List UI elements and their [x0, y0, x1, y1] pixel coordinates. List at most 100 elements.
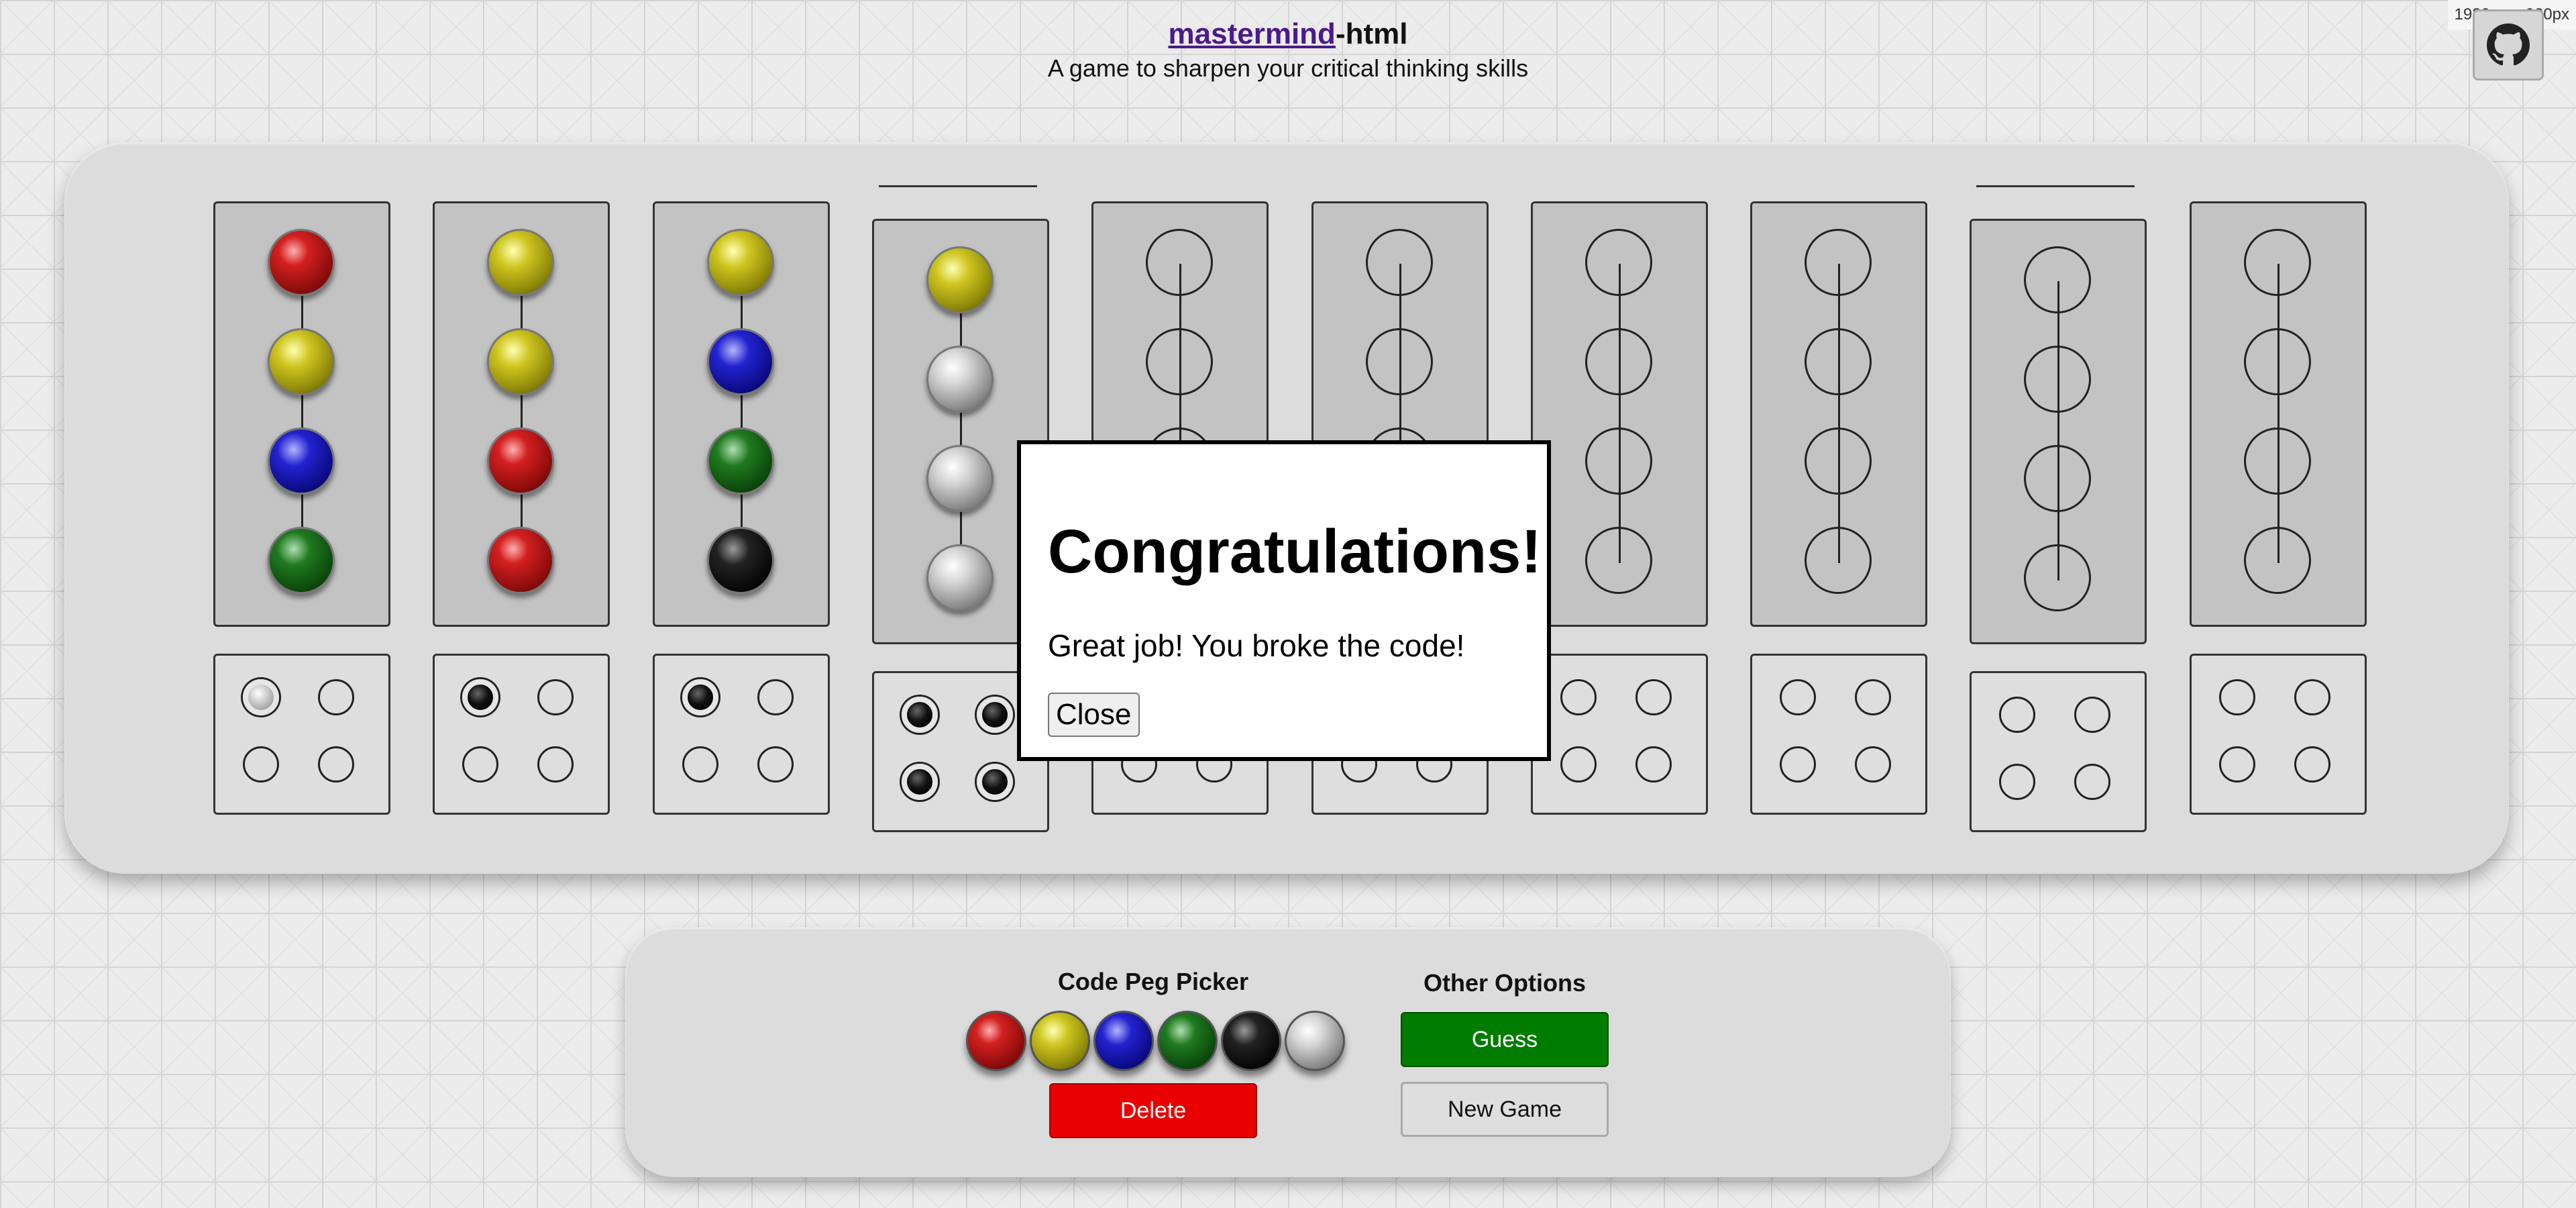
peg-connector	[741, 264, 743, 563]
empty-peg-slot[interactable]	[2244, 328, 2311, 395]
code-peg-red[interactable]	[268, 229, 335, 296]
empty-peg-slot[interactable]	[1585, 328, 1652, 395]
new-game-button[interactable]: New Game	[1401, 1082, 1609, 1137]
code-peg-yellow[interactable]	[926, 246, 994, 313]
key-peg-card	[1750, 654, 1927, 815]
code-peg-silver[interactable]	[926, 346, 994, 413]
empty-peg-slot[interactable]	[1585, 527, 1652, 594]
key-peg-black	[902, 697, 938, 733]
code-peg-blue[interactable]	[268, 427, 335, 495]
modal-message: Great job! You broke the code!	[1048, 628, 1465, 663]
empty-key-slot	[1855, 679, 1891, 715]
delete-button[interactable]: Delete	[1049, 1083, 1257, 1138]
key-peg-black	[462, 679, 498, 715]
empty-peg-slot[interactable]	[1585, 229, 1652, 296]
code-peg-picker-heading: Code Peg Picker	[1057, 968, 1249, 995]
peg-connector	[2057, 281, 2059, 581]
empty-key-slot	[757, 679, 794, 715]
code-peg-green[interactable]	[707, 427, 774, 495]
empty-peg-slot[interactable]	[2244, 229, 2311, 296]
empty-key-slot	[1999, 764, 2035, 800]
picker-peg-black[interactable]	[1221, 1011, 1281, 1071]
empty-key-slot	[1999, 697, 2035, 733]
peg-connector	[2277, 264, 2279, 563]
empty-peg-slot[interactable]	[1366, 229, 1433, 296]
key-peg-black	[977, 697, 1013, 733]
empty-key-slot	[318, 746, 354, 783]
empty-peg-slot[interactable]	[1805, 328, 1872, 395]
modal-close-button[interactable]: Close	[1048, 693, 1140, 737]
empty-peg-slot[interactable]	[2244, 527, 2311, 594]
empty-key-slot	[537, 679, 574, 715]
empty-key-slot	[1635, 746, 1672, 783]
peg-connector	[1838, 264, 1840, 563]
picker-peg-yellow[interactable]	[1030, 1011, 1090, 1071]
code-peg-yellow[interactable]	[487, 229, 554, 296]
empty-key-slot	[682, 746, 718, 783]
empty-peg-slot[interactable]	[1146, 328, 1213, 395]
key-peg-card	[653, 654, 830, 815]
code-peg-silver[interactable]	[926, 445, 994, 512]
empty-peg-slot[interactable]	[2024, 346, 2091, 413]
empty-key-slot	[537, 746, 574, 783]
code-peg-card	[1531, 201, 1708, 627]
title-suffix: -html	[1335, 17, 1408, 50]
code-peg-blue[interactable]	[707, 328, 774, 395]
empty-key-slot	[2219, 746, 2255, 783]
empty-key-slot	[1780, 679, 1816, 715]
peg-connector	[960, 281, 962, 581]
code-peg-black[interactable]	[707, 527, 774, 594]
empty-key-slot	[1560, 679, 1597, 715]
code-peg-card	[1970, 219, 2147, 644]
code-peg-yellow[interactable]	[707, 229, 774, 296]
key-peg-black	[682, 679, 718, 715]
key-peg-card	[1531, 654, 1708, 815]
title-link[interactable]: mastermind	[1169, 17, 1336, 50]
code-peg-card	[433, 201, 610, 627]
key-peg-card	[433, 654, 610, 815]
key-peg-card	[1970, 671, 2147, 832]
guess-button[interactable]: Guess	[1401, 1012, 1609, 1067]
code-peg-red[interactable]	[487, 427, 554, 495]
empty-peg-slot[interactable]	[1805, 427, 1872, 495]
empty-peg-slot[interactable]	[1805, 527, 1872, 594]
congratulations-modal: Congratulations! Great job! You broke th…	[1017, 440, 1551, 761]
empty-peg-slot[interactable]	[2024, 445, 2091, 512]
empty-peg-slot[interactable]	[1366, 328, 1433, 395]
page-header: mastermind-html A game to sharpen your c…	[0, 15, 2576, 83]
controls-panel: Code Peg Picker Other Options Delete Gue…	[625, 927, 1951, 1177]
empty-key-slot	[2074, 764, 2110, 800]
key-peg-white	[243, 679, 279, 715]
empty-key-slot	[318, 679, 354, 715]
empty-key-slot	[2219, 679, 2255, 715]
active-row-marker	[1976, 185, 2135, 187]
picker-peg-red[interactable]	[966, 1011, 1026, 1071]
code-peg-green[interactable]	[268, 527, 335, 594]
code-peg-card	[1750, 201, 1927, 627]
empty-peg-slot[interactable]	[1585, 427, 1652, 495]
peg-connector	[521, 264, 523, 563]
empty-peg-slot[interactable]	[2024, 544, 2091, 611]
code-peg-silver[interactable]	[926, 544, 994, 611]
empty-key-slot	[2294, 746, 2330, 783]
picker-peg-silver[interactable]	[1285, 1011, 1345, 1071]
key-peg-black	[977, 764, 1013, 800]
empty-key-slot	[243, 746, 279, 783]
empty-peg-slot[interactable]	[2244, 427, 2311, 495]
empty-key-slot	[1560, 746, 1597, 783]
code-peg-yellow[interactable]	[487, 328, 554, 395]
empty-key-slot	[2294, 679, 2330, 715]
key-peg-card	[2190, 654, 2367, 815]
empty-peg-slot[interactable]	[2024, 246, 2091, 313]
modal-title: Congratulations!	[1048, 517, 1542, 586]
empty-key-slot	[462, 746, 498, 783]
code-peg-yellow[interactable]	[268, 328, 335, 395]
code-peg-card	[2190, 201, 2367, 627]
picker-peg-green[interactable]	[1157, 1011, 1218, 1071]
code-peg-red[interactable]	[487, 527, 554, 594]
empty-peg-slot[interactable]	[1805, 229, 1872, 296]
picker-peg-blue[interactable]	[1093, 1011, 1154, 1071]
github-button[interactable]	[2473, 9, 2544, 81]
empty-peg-slot[interactable]	[1146, 229, 1213, 296]
empty-key-slot	[2074, 697, 2110, 733]
